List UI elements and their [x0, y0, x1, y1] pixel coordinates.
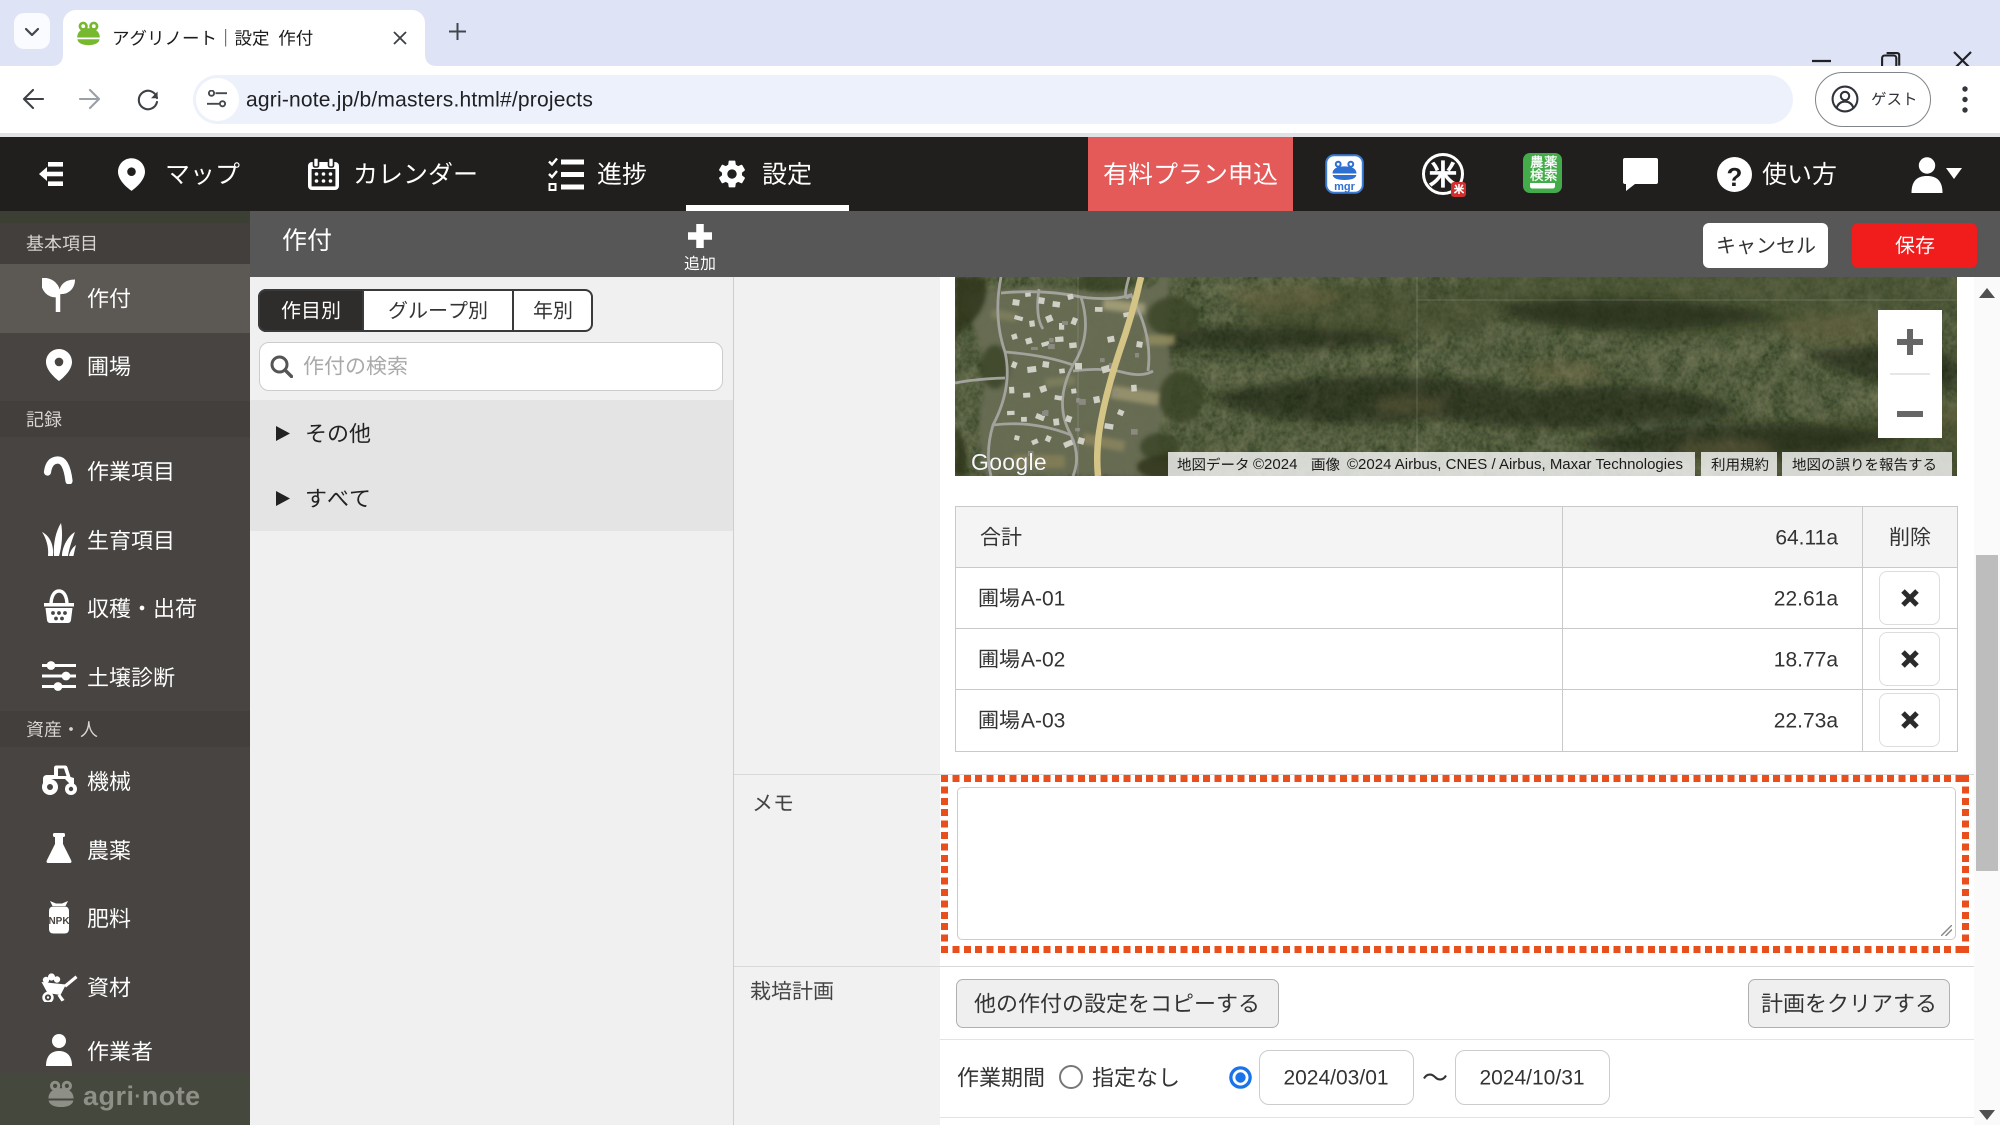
- svg-text:NPK: NPK: [48, 916, 70, 927]
- svg-text:Google: Google: [971, 449, 1047, 475]
- svg-text:mgr: mgr: [1334, 181, 1356, 193]
